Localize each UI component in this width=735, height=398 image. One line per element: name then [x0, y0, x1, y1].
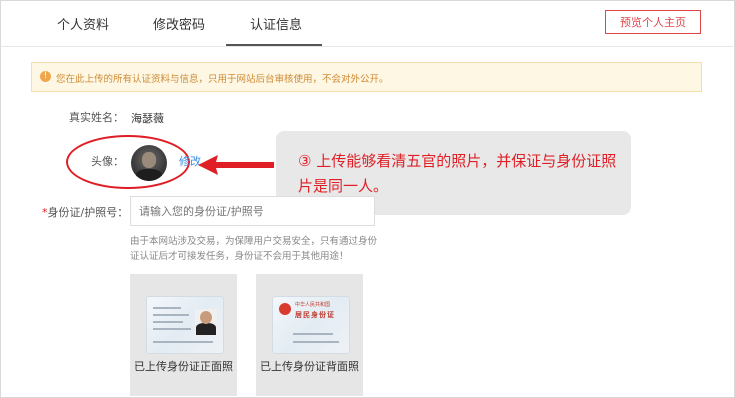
notice-text: 您在此上传的所有认证资料与信息，只用于网站后台审核使用，不会对外公开。: [56, 74, 389, 85]
highlight-ellipse: [66, 135, 190, 189]
real-name-label: 真实姓名：: [69, 111, 124, 124]
info-icon: !: [40, 71, 51, 82]
id-portrait-icon: [195, 309, 217, 335]
id-back-upload[interactable]: 中华人民共和国 居民身份证 已上传身份证背面照: [256, 274, 363, 396]
id-number-label: *身份证/护照号：: [42, 206, 129, 219]
id-number-input[interactable]: [130, 196, 375, 226]
id-back-title-small: 中华人民共和国: [295, 302, 331, 308]
real-name-value: 海瑟薇: [131, 112, 164, 125]
national-emblem-icon: [279, 303, 291, 315]
callout-text: ③ 上传能够看清五官的照片，并保证与身份证照片是同一人。: [298, 152, 617, 195]
id-number-label-text: 身份证/护照号：: [47, 206, 129, 219]
id-front-image: [146, 296, 224, 354]
id-front-caption: 已上传身份证正面照: [134, 360, 233, 373]
notice-banner: ! 您在此上传的所有认证资料与信息，只用于网站后台审核使用，不会对外公开。: [31, 62, 702, 92]
id-back-caption: 已上传身份证背面照: [260, 360, 359, 373]
tab-verification[interactable]: 认证信息: [250, 14, 302, 33]
tab-profile[interactable]: 个人资料: [57, 14, 109, 33]
id-back-title-large: 居民身份证: [295, 311, 335, 319]
id-hint-text: 由于本网站涉及交易，为保障用户交易安全，只有通过身份证认证后才可接发任务，身份证…: [130, 236, 378, 262]
id-front-upload[interactable]: 已上传身份证正面照: [130, 274, 237, 396]
avatar-body: [136, 169, 162, 181]
id-back-image: 中华人民共和国 居民身份证: [272, 296, 350, 354]
tab-bar: 个人资料 修改密码 认证信息 预览个人主页: [0, 0, 733, 47]
pointer-arrow-icon: [198, 155, 274, 175]
preview-homepage-button[interactable]: 预览个人主页: [605, 10, 701, 34]
avatar[interactable]: [131, 145, 167, 181]
tab-change-password[interactable]: 修改密码: [153, 14, 205, 33]
avatar-face: [142, 152, 156, 168]
avatar-label: 头像：: [91, 155, 124, 168]
active-tab-indicator: [226, 44, 322, 46]
